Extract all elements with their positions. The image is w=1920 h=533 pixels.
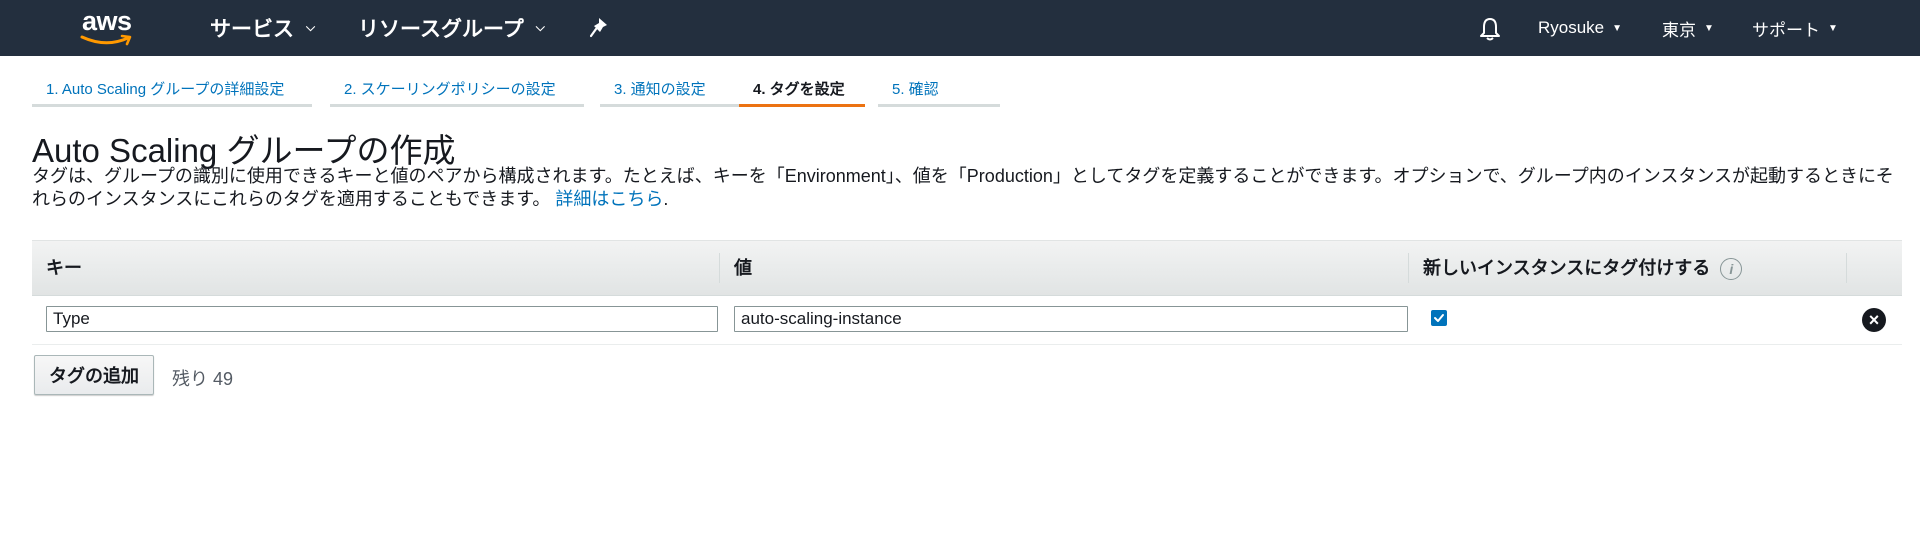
region-menu[interactable]: 東京 ▼ xyxy=(1662,0,1714,56)
logo-text: aws xyxy=(82,6,132,36)
support-menu[interactable]: サポート ▼ xyxy=(1752,0,1838,56)
chevron-down-icon: ⌵ xyxy=(306,19,316,34)
chevron-down-icon: ▼ xyxy=(1704,22,1714,34)
remove-tag-button[interactable]: × xyxy=(1862,308,1886,332)
column-header-tag-new-instances: 新しいインスタンスにタグ付けする i xyxy=(1409,241,1743,295)
support-label: サポート xyxy=(1752,20,1820,40)
step-label: 5. 確認 xyxy=(892,81,939,98)
user-menu[interactable]: Ryosuke ▼ xyxy=(1538,0,1622,56)
description-period: . xyxy=(663,189,669,209)
tag-value-input[interactable] xyxy=(734,306,1408,332)
check-icon xyxy=(1434,314,1444,322)
page-description: タグは、グループの識別に使用できるキーと値のペアから構成されます。たとえば、キー… xyxy=(32,165,1902,211)
step-label: 2. スケーリングポリシーの設定 xyxy=(344,81,556,98)
info-icon[interactable]: i xyxy=(1720,258,1743,281)
chevron-down-icon: ▼ xyxy=(1612,22,1623,34)
learn-more-link[interactable]: 詳細はこちら xyxy=(555,189,663,209)
resource-groups-menu[interactable]: リソースグループ ⌵ xyxy=(358,0,545,56)
tag-new-instances-label: 新しいインスタンスにタグ付けする xyxy=(1423,258,1711,278)
remaining-count: 残り 49 xyxy=(172,369,234,389)
column-divider xyxy=(1846,253,1847,283)
table-row: × xyxy=(32,296,1902,345)
step-5[interactable]: 5. 確認 xyxy=(878,78,1000,107)
step-label: 1. Auto Scaling グループの詳細設定 xyxy=(46,81,285,98)
services-label: サービス xyxy=(210,18,294,41)
aws-logo[interactable]: aws xyxy=(80,6,138,48)
smile-arrow-icon xyxy=(80,34,132,46)
step-2[interactable]: 2. スケーリングポリシーの設定 xyxy=(330,78,584,107)
resource-groups-label: リソースグループ xyxy=(358,18,524,41)
chevron-down-icon: ⌵ xyxy=(535,19,545,34)
top-navigation-bar: aws サービス ⌵ リソースグループ ⌵ Ryosuke ▼ 東京 ▼ サポー… xyxy=(0,0,1920,56)
tag-new-instances-checkbox[interactable] xyxy=(1431,310,1447,326)
description-text: タグは、グループの識別に使用できるキーと値のペアから構成されます。たとえば、キー… xyxy=(32,166,1894,209)
step-3[interactable]: 3. 通知の設定 xyxy=(600,78,742,107)
step-1[interactable]: 1. Auto Scaling グループの詳細設定 xyxy=(32,78,312,107)
region-name: 東京 xyxy=(1662,20,1696,40)
add-tag-button[interactable]: タグの追加 xyxy=(34,355,154,395)
pin-icon[interactable] xyxy=(590,17,610,39)
column-header-value: 値 xyxy=(734,258,752,278)
column-header-key: キー xyxy=(46,258,82,278)
table-header: キー 値 新しいインスタンスにタグ付けする i xyxy=(32,240,1902,296)
step-4-active[interactable]: 4. タグを設定 xyxy=(739,78,865,107)
step-label: 4. タグを設定 xyxy=(753,81,845,98)
chevron-down-icon: ▼ xyxy=(1828,22,1838,34)
tags-table: キー 値 新しいインスタンスにタグ付けする i × xyxy=(32,240,1902,345)
services-menu[interactable]: サービス ⌵ xyxy=(210,0,315,56)
notification-bell-icon[interactable] xyxy=(1478,16,1502,42)
step-label: 3. 通知の設定 xyxy=(614,81,706,98)
tag-key-input[interactable] xyxy=(46,306,718,332)
close-icon: × xyxy=(1868,310,1880,330)
user-name: Ryosuke xyxy=(1538,18,1605,37)
